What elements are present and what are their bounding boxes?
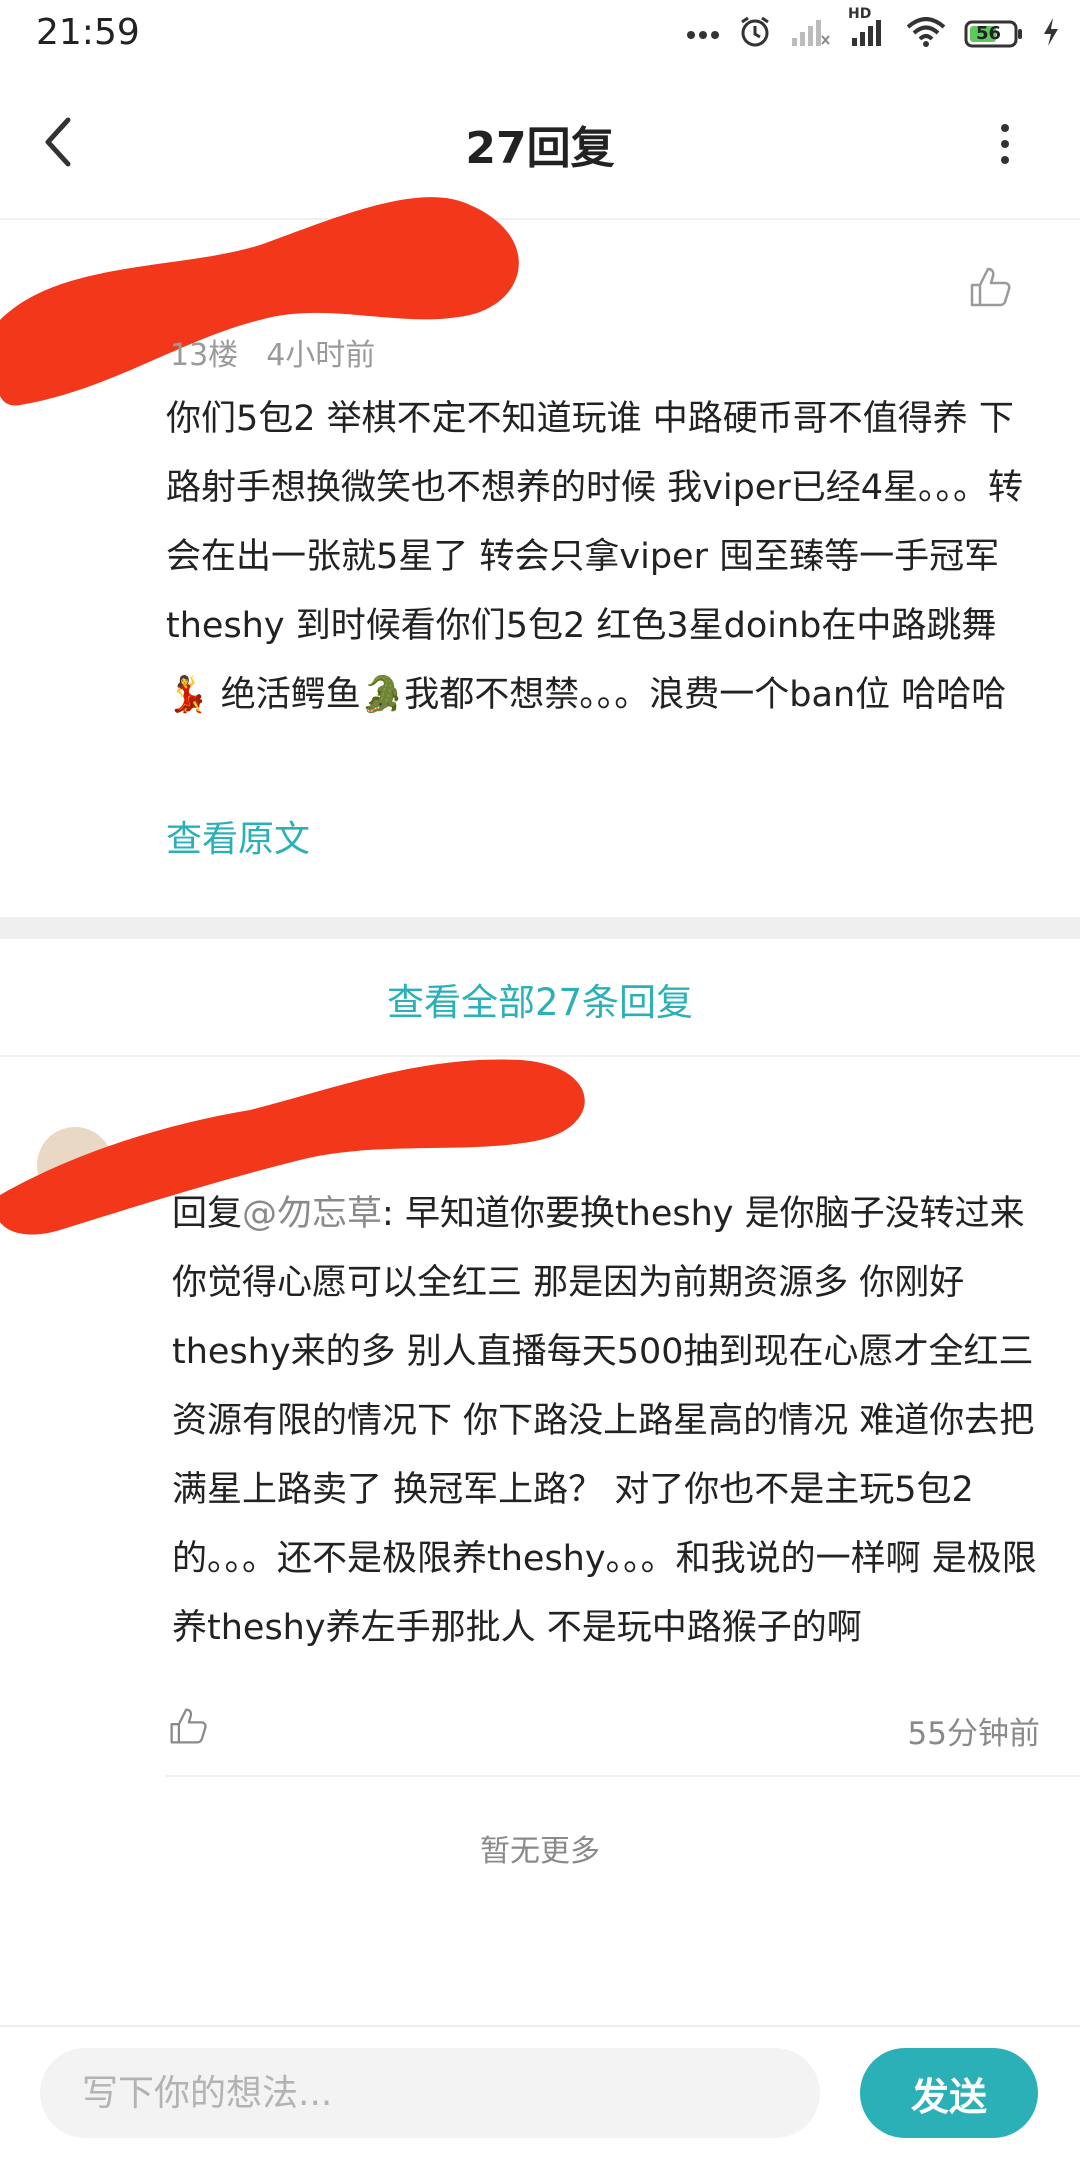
section-separator	[0, 917, 1080, 939]
thumb-up-icon[interactable]	[168, 1706, 208, 1746]
more-button[interactable]	[990, 118, 1020, 170]
more-dots-icon	[686, 25, 720, 44]
charging-icon	[1042, 17, 1060, 51]
status-bar: 21:59 HD 56	[0, 0, 1080, 70]
wifi-icon	[906, 17, 946, 51]
reply-divider	[166, 1775, 1080, 1777]
reply-colon: :	[382, 1194, 405, 1234]
network-label: HD	[848, 6, 872, 22]
no-signal-icon	[790, 16, 830, 52]
page-title: 27回复	[465, 123, 615, 174]
signal-icon: HD	[848, 6, 888, 52]
main-comment-text: 你们5包2 举棋不定不知道玩谁 中路硬币哥不值得养 下路射手想换微笑也不想养的时…	[166, 399, 1023, 715]
status-icons: HD 56	[686, 6, 1060, 54]
reply-body: 早知道你要换theshy 是你脑子没转过来 你觉得心愿可以全红三 那是因为前期资…	[172, 1194, 1037, 1648]
no-more-label: 暂无更多	[480, 1834, 600, 1869]
reply-mention[interactable]: @勿忘草	[242, 1194, 382, 1234]
reply-prefix: 回复	[172, 1194, 243, 1234]
reply-text: 回复@勿忘草: 早知道你要换theshy 是你脑子没转过来 你觉得心愿可以全红三…	[172, 1180, 1042, 1663]
battery-level: 56	[976, 23, 1002, 44]
comment-input[interactable]	[40, 2048, 820, 2138]
status-time: 21:59	[36, 12, 140, 53]
view-original-link[interactable]: 查看原文	[166, 810, 310, 862]
thumb-up-icon[interactable]	[968, 265, 1012, 309]
more-vertical-icon	[990, 124, 1020, 174]
alarm-icon	[738, 15, 772, 53]
reply-time: 55分钟前	[907, 1716, 1040, 1752]
view-all-replies-link[interactable]: 查看全部27条回复	[0, 972, 1080, 1026]
battery-icon: 56	[964, 19, 1024, 49]
comment-time: 4小时前	[266, 338, 376, 373]
floor-number: 13楼	[170, 338, 239, 373]
send-button[interactable]: 发送	[860, 2048, 1038, 2138]
comment-meta: 13楼 4小时前	[170, 330, 403, 374]
